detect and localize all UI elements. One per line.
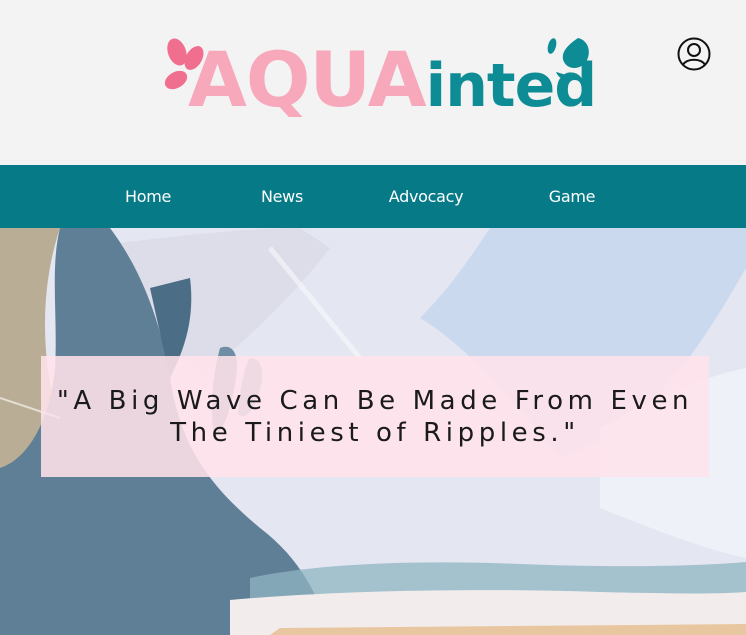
quote-banner: "A Big Wave Can Be Made From Even The Ti… [41,356,709,477]
logo-wordmark: AQUAinted [188,42,598,121]
logo-aqua-text: AQUA [188,35,427,124]
nav-item-home[interactable]: Home [108,165,188,228]
nav-item-game[interactable]: Game [532,165,612,228]
logo-inted-text: inted [425,51,598,121]
aquainted-logo[interactable]: AQUAinted [160,30,600,130]
hero-banner: "A Big Wave Can Be Made From Even The Ti… [0,228,746,635]
user-circle-icon [677,37,711,71]
hero-quote: "A Big Wave Can Be Made From Even The Ti… [56,385,694,448]
nav-item-advocacy[interactable]: Advocacy [381,165,471,228]
main-nav: Home News Advocacy Game [0,165,746,228]
account-button[interactable] [676,36,712,72]
nav-item-news[interactable]: News [242,165,322,228]
site-header: AQUAinted [0,0,746,165]
